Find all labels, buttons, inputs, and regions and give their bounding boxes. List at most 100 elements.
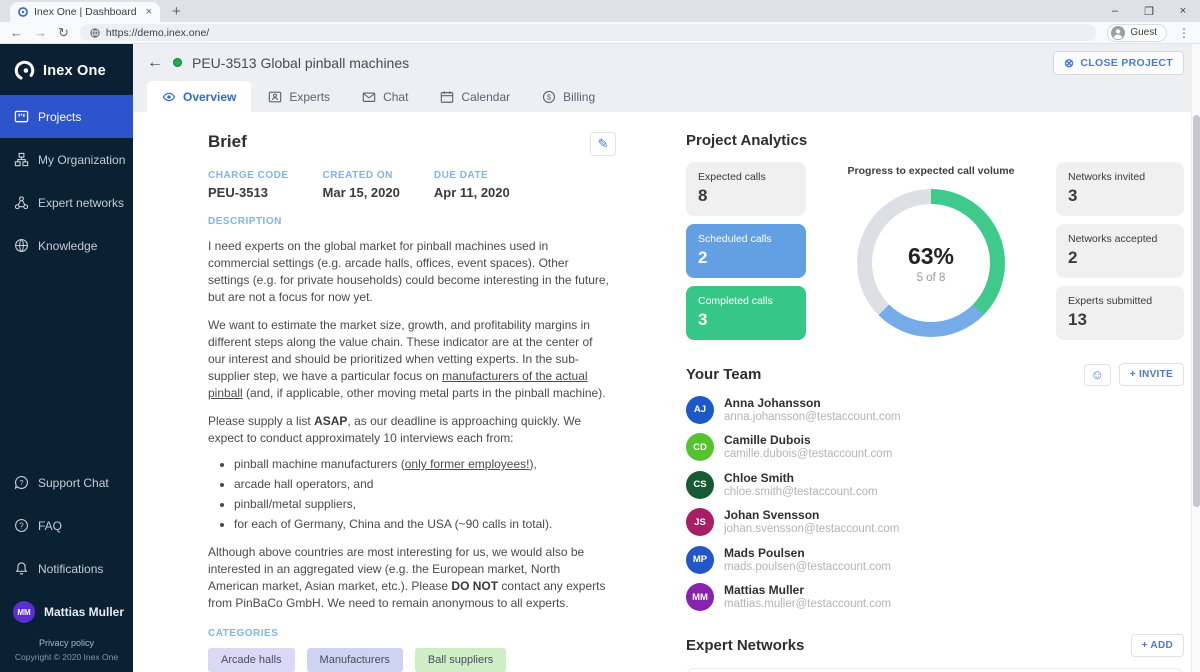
field-label: CREATED ON (323, 170, 400, 181)
field-due-date: DUE DATE Apr 11, 2020 (434, 170, 510, 200)
window-close-icon[interactable]: × (1166, 5, 1200, 17)
member-email: johan.svensson@testaccount.com (724, 522, 899, 536)
smiley-chat-icon: ☺ (1091, 368, 1104, 381)
stat-value: 2 (1068, 248, 1172, 268)
scrollbar-thumb[interactable] (1193, 115, 1200, 507)
page-scrollbar[interactable] (1191, 44, 1200, 672)
sidebar-item-support-chat[interactable]: ? Support Chat (0, 461, 133, 504)
close-project-label: CLOSE PROJECT (1080, 57, 1173, 69)
window-maximize-icon[interactable]: ❐ (1132, 5, 1166, 18)
profile-button[interactable]: Guest (1107, 24, 1167, 42)
avatar: AJ (686, 396, 714, 424)
category-tag: Arcade halls (208, 648, 295, 672)
team-title: Your Team (686, 366, 761, 383)
description-paragraph: I need experts on the global market for … (208, 238, 612, 306)
field-created-on: CREATED ON Mar 15, 2020 (323, 170, 400, 200)
category-tag: Manufacturers (307, 648, 403, 672)
stat-label: Scheduled calls (698, 233, 794, 245)
stat-value: 13 (1068, 310, 1172, 330)
svg-text:$: $ (547, 92, 552, 101)
brand-name: Inex One (43, 63, 106, 79)
team-member-row[interactable]: CS Chloe Smith chloe.smith@testaccount.c… (686, 471, 1184, 499)
main-area: ← PEU-3513 Global pinball machines ⊗ CLO… (133, 44, 1200, 672)
forward-icon[interactable]: → (34, 26, 47, 39)
avatar: MP (686, 546, 714, 574)
sidebar-item-label: Notifications (38, 562, 103, 576)
edit-brief-button[interactable]: ✎ (590, 132, 616, 156)
add-network-button[interactable]: + ADD (1131, 634, 1184, 657)
favicon (18, 7, 28, 17)
stat-networks-accepted: Networks accepted 2 (1056, 224, 1184, 278)
stat-networks-invited: Networks invited 3 (1056, 162, 1184, 216)
sidebar-item-faq[interactable]: ? FAQ (0, 504, 133, 547)
member-name: Mads Poulsen (724, 546, 891, 560)
network-icon (14, 195, 29, 210)
browser-tab[interactable]: Inex One | Dashboard × (10, 2, 160, 22)
sidebar-item-label: Expert networks (38, 196, 124, 210)
network-stat-cards: Networks invited 3 Networks accepted 2 E… (1056, 162, 1184, 340)
pencil-icon: ✎ (598, 136, 609, 152)
tab-chat[interactable]: Chat (347, 81, 423, 112)
projects-icon (14, 109, 29, 124)
brief-title: Brief (208, 132, 247, 152)
team-member-row[interactable]: AJ Anna Johansson anna.johansson@testacc… (686, 396, 1184, 424)
tab-overview[interactable]: Overview (147, 81, 251, 112)
back-button[interactable]: ← (147, 54, 163, 72)
brand-logo[interactable]: Inex One (0, 44, 133, 95)
category-tags: Arcade halls Manufacturers Ball supplier… (208, 648, 673, 672)
member-email: mads.poulsen@testaccount.com (724, 560, 891, 574)
back-icon[interactable]: ← (10, 26, 23, 39)
inexone-logo-icon (13, 59, 36, 82)
member-name: Camille Dubois (724, 433, 892, 447)
url-bar[interactable]: https://demo.inex.one/ (80, 24, 1096, 41)
stat-label: Expected calls (698, 171, 794, 183)
brief-section: Brief ✎ CHARGE CODE PEU-3513 CREATED ON … (133, 112, 673, 672)
profile-label: Guest (1130, 27, 1157, 38)
tab-close-icon[interactable]: × (146, 7, 152, 18)
stat-label: Completed calls (698, 295, 794, 307)
team-member-row[interactable]: JS Johan Svensson johan.svensson@testacc… (686, 508, 1184, 536)
close-circle-icon: ⊗ (1064, 57, 1074, 69)
sidebar-item-knowledge[interactable]: Knowledge (0, 224, 133, 267)
project-title: PEU-3513 Global pinball machines (192, 55, 409, 71)
browser-tab-title: Inex One | Dashboard (34, 6, 140, 18)
invite-button[interactable]: + INVITE (1119, 363, 1184, 386)
new-tab-button[interactable]: + (172, 2, 181, 22)
member-name: Anna Johansson (724, 396, 901, 410)
project-header: ← PEU-3513 Global pinball machines ⊗ CLO… (133, 44, 1200, 81)
window-minimize-icon[interactable]: – (1098, 5, 1132, 17)
sidebar-item-notifications[interactable]: Notifications (0, 547, 133, 590)
close-project-button[interactable]: ⊗ CLOSE PROJECT (1053, 51, 1184, 75)
expert-network-card (686, 668, 1184, 672)
sidebar-item-my-organization[interactable]: My Organization (0, 138, 133, 181)
progress-donut-chart: Progress to expected call volume 63% 5 o… (814, 162, 1048, 340)
privacy-policy-link[interactable]: Privacy policy (0, 638, 133, 648)
billing-dollar-icon: $ (542, 90, 556, 104)
avatar: CS (686, 471, 714, 499)
team-member-row[interactable]: CD Camille Dubois camille.dubois@testacc… (686, 433, 1184, 461)
tab-experts[interactable]: Experts (253, 81, 345, 112)
stat-value: 2 (698, 248, 794, 268)
team-member-row[interactable]: MP Mads Poulsen mads.poulsen@testaccount… (686, 546, 1184, 574)
team-chat-button[interactable]: ☺ (1084, 364, 1111, 386)
field-value: Apr 11, 2020 (434, 185, 510, 200)
reload-icon[interactable]: ↻ (58, 26, 69, 39)
project-tabbar: Overview Experts Chat (133, 81, 1200, 112)
sidebar-user[interactable]: MM Mattias Muller (0, 590, 133, 634)
sidebar-item-projects[interactable]: Projects (0, 95, 133, 138)
field-value: Mar 15, 2020 (323, 185, 400, 200)
stat-completed-calls: Completed calls 3 (686, 286, 806, 340)
tab-billing[interactable]: $ Billing (527, 81, 610, 112)
site-info-icon[interactable] (90, 28, 100, 38)
tab-label: Experts (289, 90, 330, 104)
url-text[interactable]: https://demo.inex.one/ (106, 27, 209, 39)
browser-menu-icon[interactable]: ⋮ (1178, 26, 1190, 40)
bullet-item: for each of Germany, China and the USA (… (234, 516, 673, 533)
tab-calendar[interactable]: Calendar (425, 81, 525, 112)
team-member-row[interactable]: MM Mattias Muller mattias.muller@testacc… (686, 583, 1184, 611)
member-name: Mattias Muller (724, 583, 891, 597)
eye-icon (162, 90, 176, 104)
sidebar-item-expert-networks[interactable]: Expert networks (0, 181, 133, 224)
organization-icon (14, 152, 29, 167)
donut-subtitle: 5 of 8 (917, 272, 946, 284)
